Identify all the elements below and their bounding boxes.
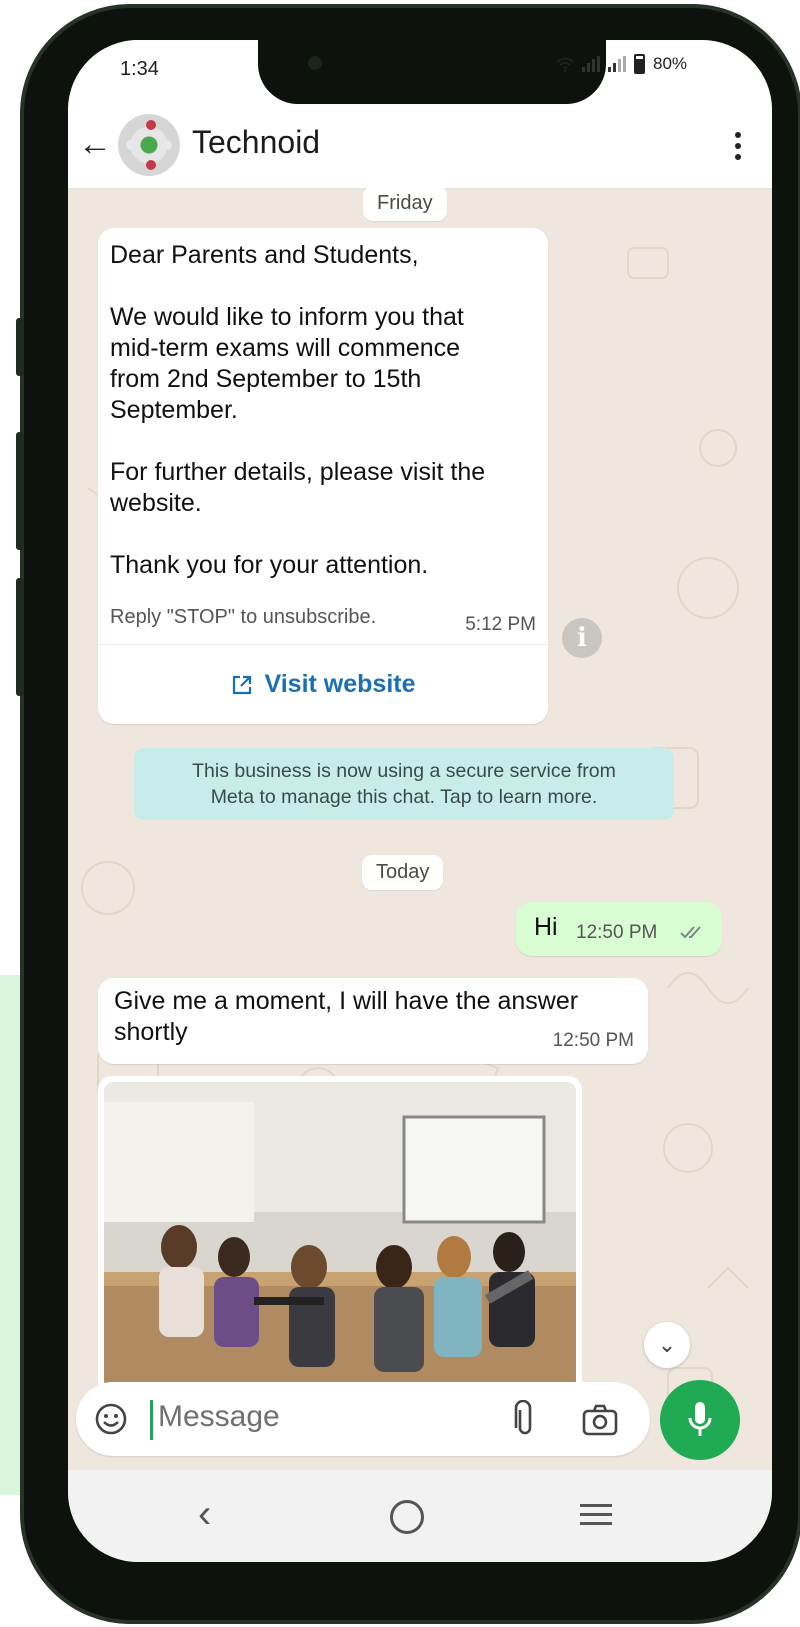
system-notice[interactable]: This business is now using a secure serv… (134, 748, 674, 820)
nav-recents-icon[interactable] (580, 1504, 612, 1531)
message-timestamp: 12:50 PM (552, 1030, 634, 1051)
nav-home-icon[interactable] (390, 1500, 424, 1534)
scroll-down-icon[interactable]: ⌄ (644, 1322, 690, 1368)
message-bubble-incoming[interactable]: Give me a moment, I will have the answer… (98, 978, 648, 1064)
message-line: shortly (114, 1018, 188, 1046)
status-time: 1:34 (120, 58, 159, 80)
status-bar: 1:34 80% (68, 40, 772, 106)
camera-icon[interactable] (582, 1404, 618, 1436)
text-cursor (150, 1400, 153, 1440)
message-line: from 2nd September to 15th (110, 365, 422, 393)
message-line: We would like to inform you that (110, 303, 464, 331)
message-line: website. (110, 489, 202, 517)
unsubscribe-footer: Reply "STOP" to unsubscribe. (110, 606, 377, 628)
battery-icon (634, 54, 645, 74)
signal-icon (608, 56, 626, 72)
phone-side-button (16, 318, 24, 376)
message-line: mid-term exams will commence (110, 334, 461, 362)
status-icons: 80% (556, 54, 687, 74)
signal-icon (582, 56, 600, 72)
contact-name[interactable]: Technoid (192, 124, 320, 161)
more-vert-icon[interactable] (728, 126, 748, 166)
battery-level: 80% (653, 54, 688, 73)
camera-notch (258, 40, 606, 104)
system-notice-line: This business is now using a secure serv… (192, 760, 616, 782)
chat-area[interactable]: Friday Dear Parents and Students, We wou… (68, 186, 772, 1448)
message-line: September. (110, 396, 238, 424)
mic-button[interactable] (660, 1380, 740, 1460)
phone-screen: 1:34 80% ← Technoid Friday Dear Parents … (68, 40, 772, 1562)
external-link-icon (232, 675, 251, 694)
double-check-icon (680, 926, 701, 939)
date-separator: Today (362, 855, 444, 890)
back-arrow-icon[interactable]: ← (78, 124, 118, 164)
visit-website-button[interactable]: Visit website (98, 645, 548, 724)
message-body: Give me a moment, I will have the answer… (114, 986, 578, 1048)
classroom-photo[interactable] (104, 1082, 576, 1390)
nav-back-icon[interactable]: ‹ (198, 1492, 211, 1537)
message-timestamp: 12:50 PM (576, 922, 658, 943)
visit-website-label: Visit website (264, 670, 416, 698)
message-line: Dear Parents and Students, (110, 241, 419, 269)
message-bubble-incoming[interactable]: Dear Parents and Students, We would like… (98, 228, 548, 724)
wifi-icon (556, 57, 574, 72)
chat-header: ← Technoid (68, 106, 772, 189)
photo-content (104, 1082, 576, 1390)
avatar[interactable] (118, 114, 180, 176)
system-nav-bar: ‹ (68, 1470, 772, 1562)
system-notice-line: Meta to manage this chat. Tap to learn m… (210, 786, 598, 808)
message-bubble-outgoing[interactable]: Hi 12:50 PM (516, 902, 722, 956)
date-separator: Friday (363, 186, 447, 221)
image-message[interactable] (98, 1076, 582, 1396)
message-line: Thank you for your attention. (110, 551, 429, 579)
emoji-icon[interactable] (94, 1402, 128, 1436)
message-composer[interactable]: Message (76, 1382, 650, 1456)
message-input[interactable]: Message (158, 1400, 280, 1434)
info-icon[interactable]: i (562, 618, 602, 658)
message-body: Dear Parents and Students, We would like… (110, 240, 540, 581)
message-timestamp: 5:12 PM (465, 614, 536, 635)
message-line: For further details, please visit the (110, 458, 486, 486)
attach-icon[interactable] (510, 1400, 540, 1438)
message-line: Give me a moment, I will have the answer (114, 987, 579, 1015)
message-text: Hi (534, 913, 558, 941)
phone-side-button (16, 578, 24, 696)
phone-side-button (16, 432, 24, 550)
mic-icon (688, 1402, 712, 1436)
